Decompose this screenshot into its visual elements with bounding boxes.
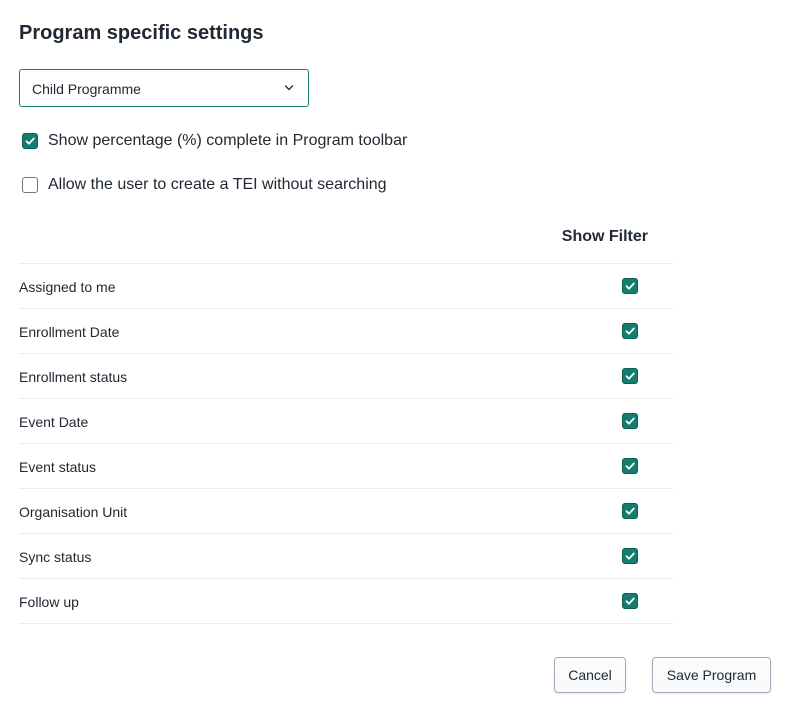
filter-row-organisation-unit: Organisation Unit	[19, 489, 673, 534]
filter-checkbox-enrollment-status[interactable]	[622, 368, 638, 384]
filter-row-event-status: Event status	[19, 444, 673, 489]
filter-row-event-date: Event Date	[19, 399, 673, 444]
filter-row-sync-status: Sync status	[19, 534, 673, 579]
filters-table: Show Filter Assigned to me Enrollment Da…	[19, 219, 673, 624]
page-title: Program specific settings	[19, 22, 264, 44]
filters-table-header: Show Filter	[19, 219, 673, 264]
filter-checkbox-event-status[interactable]	[622, 458, 638, 474]
filter-checkbox-sync-status[interactable]	[622, 548, 638, 564]
filter-row-label: Event Date	[19, 414, 89, 430]
filter-row-enrollment-date: Enrollment Date	[19, 309, 673, 354]
checkmark-icon	[625, 417, 635, 425]
checkmark-icon	[625, 327, 635, 335]
filter-row-enrollment-status: Enrollment status	[19, 354, 673, 399]
checkmark-icon	[625, 462, 635, 470]
checkmark-icon	[625, 507, 635, 515]
save-program-button[interactable]: Save Program	[652, 657, 771, 693]
checkmark-icon	[625, 597, 635, 605]
filter-row-follow-up: Follow up	[19, 579, 673, 624]
filter-row-assigned-to-me: Assigned to me	[19, 264, 673, 309]
filter-row-label: Organisation Unit	[19, 504, 128, 520]
filter-row-label: Sync status	[19, 549, 92, 565]
filter-checkbox-enrollment-date[interactable]	[622, 323, 638, 339]
checkmark-icon	[625, 282, 635, 290]
option-create-tei-label: Allow the user to create a TEI without s…	[48, 176, 387, 193]
filter-row-label: Event status	[19, 459, 97, 475]
cancel-button[interactable]: Cancel	[554, 657, 626, 693]
checkmark-icon	[625, 552, 635, 560]
option-show-percentage-checkbox[interactable]	[22, 133, 38, 149]
checkmark-icon	[625, 372, 635, 380]
filter-checkbox-assigned-to-me[interactable]	[622, 278, 638, 294]
option-show-percentage[interactable]: Show percentage (%) complete in Program …	[22, 131, 407, 151]
checkmark-icon	[25, 137, 35, 145]
filter-row-label: Enrollment Date	[19, 324, 120, 340]
program-select[interactable]: Child Programme	[19, 69, 309, 107]
program-select-value: Child Programme	[32, 81, 141, 97]
filter-checkbox-follow-up[interactable]	[622, 593, 638, 609]
chevron-down-icon	[284, 85, 294, 91]
filter-checkbox-event-date[interactable]	[622, 413, 638, 429]
option-create-tei-checkbox[interactable]	[22, 177, 38, 193]
filter-row-label: Follow up	[19, 594, 79, 610]
filter-checkbox-organisation-unit[interactable]	[622, 503, 638, 519]
filter-row-label: Enrollment status	[19, 369, 128, 385]
filter-row-label: Assigned to me	[19, 279, 116, 295]
option-create-tei-without-search[interactable]: Allow the user to create a TEI without s…	[22, 175, 387, 195]
show-filter-column-header: Show Filter	[561, 228, 648, 245]
option-show-percentage-label: Show percentage (%) complete in Program …	[48, 132, 408, 149]
